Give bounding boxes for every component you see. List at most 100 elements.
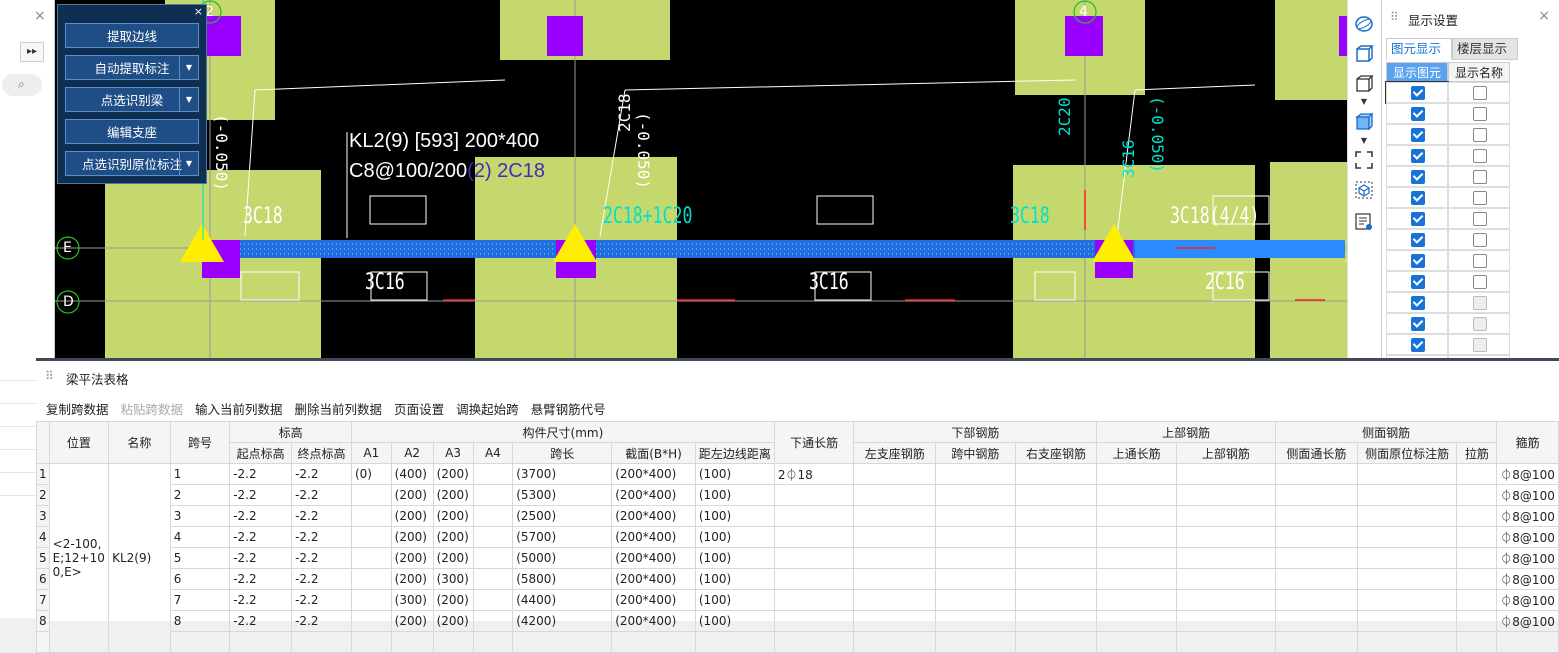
side-local-cell[interactable]: [1356, 547, 1458, 569]
left-support-cell[interactable]: [853, 526, 937, 548]
empty-cell[interactable]: [694, 631, 775, 653]
stirrup-cell[interactable]: ⏀8@100: [1496, 526, 1559, 548]
side-through-cell[interactable]: [1274, 568, 1358, 590]
name-cell[interactable]: KL2(9): [108, 463, 171, 653]
empty-cell[interactable]: [1014, 631, 1098, 653]
left-dist-cell[interactable]: (100): [694, 505, 775, 527]
show-element-checkbox[interactable]: [1411, 254, 1425, 268]
tab-element-display[interactable]: 图元显示: [1386, 38, 1452, 60]
a3-cell[interactable]: (300): [432, 568, 474, 590]
side-local-cell[interactable]: [1356, 505, 1458, 527]
left-support-cell[interactable]: [853, 505, 937, 527]
a2-cell[interactable]: (300): [390, 589, 434, 611]
list-item[interactable]: [0, 473, 36, 496]
list-item[interactable]: [0, 404, 36, 427]
cube-solid-icon[interactable]: [1354, 112, 1374, 132]
top-through-cell[interactable]: [1096, 589, 1177, 611]
swap-start-span-button[interactable]: 调换起始跨: [456, 399, 519, 418]
section-cell[interactable]: (200*400): [611, 505, 696, 527]
top-rebar-cell[interactable]: [1175, 484, 1276, 506]
box-select-icon[interactable]: [1354, 180, 1374, 200]
drag-handle-icon[interactable]: ⠿: [45, 369, 54, 383]
left-support-cell[interactable]: [853, 568, 937, 590]
right-support-cell[interactable]: [1014, 568, 1098, 590]
top-through-cell[interactable]: [1096, 547, 1177, 569]
elev-end-cell[interactable]: -2.2: [291, 463, 352, 485]
table-row[interactable]: 6 6 -2.2 -2.2 (200) (300) (5800) (200*400) (100)…: [36, 568, 1559, 590]
cantilever-rebar-code-button[interactable]: 悬臂钢筋代号: [531, 399, 606, 418]
copy-span-data-button[interactable]: 复制跨数据: [46, 399, 109, 418]
a4-cell[interactable]: [472, 484, 514, 506]
side-through-cell[interactable]: [1274, 589, 1358, 611]
left-support-cell[interactable]: [853, 484, 937, 506]
section-cell[interactable]: (200*400): [611, 610, 696, 632]
top-through-cell[interactable]: [1096, 484, 1177, 506]
span-cell[interactable]: 4: [169, 526, 231, 548]
list-item[interactable]: [0, 427, 36, 450]
input-column-data-button[interactable]: 输入当前列数据: [195, 399, 283, 418]
row-index[interactable]: 2: [36, 484, 50, 506]
empty-cell[interactable]: [1456, 631, 1498, 653]
edit-support-button[interactable]: 编辑支座: [65, 119, 199, 144]
tie-cell[interactable]: [1456, 589, 1498, 611]
span-cell[interactable]: 1: [169, 463, 231, 485]
bottom-through-cell[interactable]: [773, 568, 855, 590]
left-dist-cell[interactable]: (100): [694, 463, 775, 485]
tie-cell[interactable]: [1456, 484, 1498, 506]
mid-span-cell[interactable]: [935, 505, 1016, 527]
mid-span-cell[interactable]: [935, 589, 1016, 611]
row-index[interactable]: 3: [36, 505, 50, 527]
tie-cell[interactable]: [1456, 568, 1498, 590]
a3-cell[interactable]: (200): [432, 463, 474, 485]
left-support-cell[interactable]: [853, 547, 937, 569]
right-support-cell[interactable]: [1014, 547, 1098, 569]
side-local-cell[interactable]: [1356, 610, 1458, 632]
dropdown-arrow-icon[interactable]: ▼: [179, 152, 198, 175]
a2-cell[interactable]: (200): [390, 484, 434, 506]
row-index[interactable]: 6: [36, 568, 50, 590]
right-support-cell[interactable]: [1014, 589, 1098, 611]
right-support-cell[interactable]: [1014, 610, 1098, 632]
left-support-cell[interactable]: [853, 463, 937, 485]
top-through-cell[interactable]: [1096, 568, 1177, 590]
empty-cell[interactable]: [1096, 631, 1177, 653]
bottom-through-cell[interactable]: [773, 484, 855, 506]
span-length-cell[interactable]: (3700): [512, 463, 613, 485]
left-dist-cell[interactable]: (100): [694, 547, 775, 569]
show-name-checkbox[interactable]: [1473, 128, 1487, 142]
side-local-cell[interactable]: [1356, 589, 1458, 611]
left-support-cell[interactable]: [853, 610, 937, 632]
table-row[interactable]: 4 4 -2.2 -2.2 (200) (200) (5700) (200*400) (100)…: [36, 526, 1559, 548]
a3-cell[interactable]: (200): [432, 610, 474, 632]
top-through-cell[interactable]: [1096, 526, 1177, 548]
extract-edge-button[interactable]: 提取边线: [65, 23, 199, 48]
empty-cell[interactable]: [432, 631, 474, 653]
mid-span-cell[interactable]: [935, 484, 1016, 506]
table-row[interactable]: 7 7 -2.2 -2.2 (300) (200) (4400) (200*400) (100)…: [36, 589, 1559, 611]
show-name-checkbox[interactable]: [1473, 338, 1487, 352]
close-icon[interactable]: ×: [1538, 8, 1550, 24]
side-local-cell[interactable]: [1356, 526, 1458, 548]
section-cell[interactable]: (200*400): [611, 526, 696, 548]
left-support-cell[interactable]: [853, 589, 937, 611]
bottom-through-cell[interactable]: 2⏀18: [773, 463, 855, 485]
top-rebar-cell[interactable]: [1175, 547, 1276, 569]
elev-start-cell[interactable]: -2.2: [229, 589, 293, 611]
stirrup-cell[interactable]: ⏀8@100: [1496, 463, 1559, 485]
expand-button[interactable]: ▸▸: [20, 42, 44, 62]
show-element-checkbox[interactable]: [1411, 317, 1425, 331]
a4-cell[interactable]: [472, 526, 514, 548]
span-cell[interactable]: 8: [169, 610, 231, 632]
bottom-through-cell[interactable]: [773, 505, 855, 527]
elev-end-cell[interactable]: -2.2: [291, 568, 352, 590]
section-cell[interactable]: (200*400): [611, 463, 696, 485]
span-length-cell[interactable]: (2500): [512, 505, 613, 527]
stirrup-cell[interactable]: ⏀8@100: [1496, 610, 1559, 632]
show-element-checkbox[interactable]: [1411, 107, 1425, 121]
delete-column-data-button[interactable]: 删除当前列数据: [295, 399, 383, 418]
mid-span-cell[interactable]: [935, 463, 1016, 485]
side-through-cell[interactable]: [1274, 547, 1358, 569]
a2-cell[interactable]: (200): [390, 505, 434, 527]
span-cell[interactable]: 6: [169, 568, 231, 590]
left-dist-cell[interactable]: (100): [694, 589, 775, 611]
